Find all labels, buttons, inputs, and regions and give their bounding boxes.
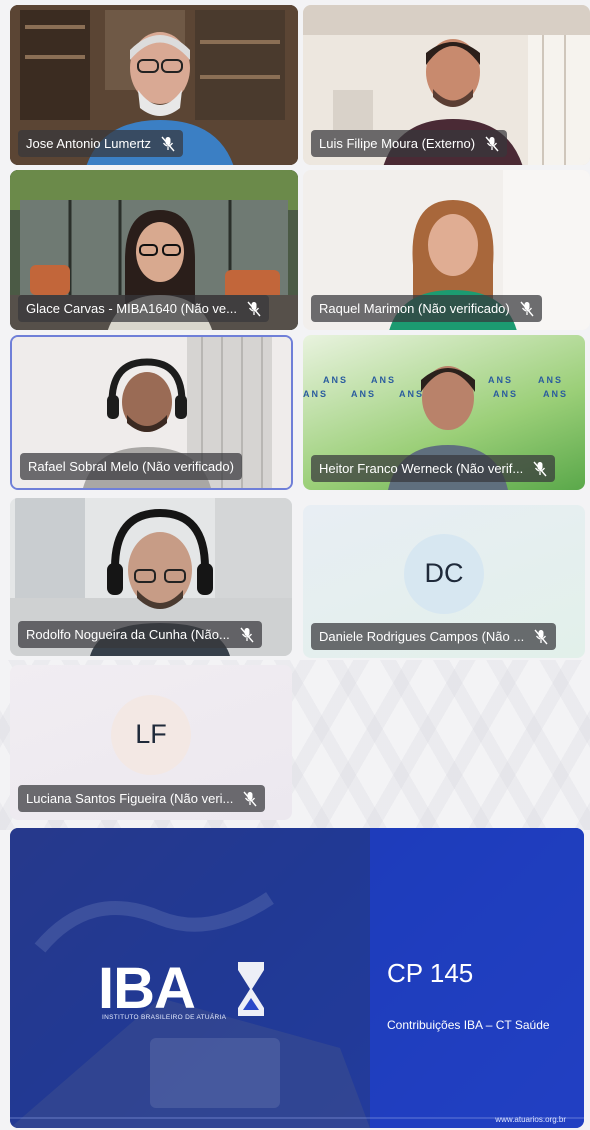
avatar-tile-luciana[interactable]: LF Luciana Santos Figueira (Não veri... [10, 665, 292, 820]
participant-name-chip: Glace Carvas - MIBA1640 (Não ve... [18, 295, 269, 322]
mic-off-icon [520, 301, 534, 316]
mic-off-icon [247, 301, 261, 316]
video-tile-heitor[interactable]: ANS ANS ANS ANS ANS ANS ANS ANS ANS Heit… [303, 335, 585, 490]
video-tile-rodolfo[interactable]: Rodolfo Nogueira da Cunha (Não... [10, 498, 292, 656]
ans-logo-text: ANS [323, 375, 349, 385]
participant-name: Luis Filipe Moura (Externo) [319, 136, 476, 151]
ans-logo-text: ANS [543, 389, 569, 399]
participant-name-chip: Rafael Sobral Melo (Não verificado) [20, 453, 242, 480]
video-tile-glace[interactable]: Glace Carvas - MIBA1640 (Não ve... [10, 170, 298, 330]
participant-name-chip: Rodolfo Nogueira da Cunha (Não... [18, 621, 262, 648]
shared-screen-slide[interactable]: IBA INSTITUTO BRASILEIRO DE ATUÁRIA CP 1… [10, 828, 584, 1128]
mic-off-icon [534, 629, 548, 644]
participant-name-chip: Raquel Marimon (Não verificado) [311, 295, 542, 322]
slide-subtitle: Contribuições IBA – CT Saúde [387, 1018, 550, 1032]
avatar-initials: DC [424, 558, 464, 588]
hourglass-icon [238, 962, 264, 1016]
participant-name-chip: Luciana Santos Figueira (Não veri... [18, 785, 266, 812]
participant-name: Glace Carvas - MIBA1640 (Não ve... [26, 301, 237, 316]
participant-name: Rodolfo Nogueira da Cunha (Não... [26, 627, 230, 642]
participant-name: Raquel Marimon (Não verificado) [319, 301, 510, 316]
mic-off-icon [533, 461, 547, 476]
slide-photo-background [10, 828, 584, 1128]
participant-name: Rafael Sobral Melo (Não verificado) [28, 459, 234, 474]
mic-off-icon [243, 791, 257, 806]
video-tile-luis[interactable]: Luis Filipe Moura (Externo) [303, 5, 590, 165]
participant-name-chip: Jose Antonio Lumertz [18, 130, 184, 157]
ans-logo-text: ANS [538, 375, 564, 385]
slide-title: CP 145 [387, 958, 474, 988]
avatar-tile-daniele[interactable]: DC Daniele Rodrigues Campos (Não ... [303, 505, 585, 658]
avatar: LF [111, 694, 191, 775]
participant-name-chip: Heitor Franco Werneck (Não verif... [311, 455, 556, 482]
slide-url: www.atuarios.org.br [495, 1115, 566, 1124]
video-tile-raquel[interactable]: Raquel Marimon (Não verificado) [303, 170, 590, 330]
participant-name: Luciana Santos Figueira (Não veri... [26, 791, 234, 806]
ans-logo-text: ANS [303, 389, 329, 399]
iba-logo: IBA [98, 956, 196, 1021]
participant-name: Jose Antonio Lumertz [26, 136, 152, 151]
participant-name-chip: Daniele Rodrigues Campos (Não ... [311, 623, 557, 650]
participant-name: Heitor Franco Werneck (Não verif... [319, 461, 524, 476]
participant-name-chip: Luis Filipe Moura (Externo) [311, 130, 508, 157]
video-tile-rafael[interactable]: Rafael Sobral Melo (Não verificado) [10, 335, 293, 490]
ans-logo-text: ANS [351, 389, 377, 399]
video-tile-jose[interactable]: Jose Antonio Lumertz [10, 5, 298, 165]
iba-logo-subtitle: INSTITUTO BRASILEIRO DE ATUÁRIA [102, 1014, 227, 1021]
mic-off-icon [161, 136, 175, 151]
participant-name: Daniele Rodrigues Campos (Não ... [319, 629, 525, 644]
avatar-initials: LF [135, 719, 167, 749]
avatar: DC [404, 533, 484, 614]
mic-off-icon [240, 627, 254, 642]
mic-off-icon [485, 136, 499, 151]
